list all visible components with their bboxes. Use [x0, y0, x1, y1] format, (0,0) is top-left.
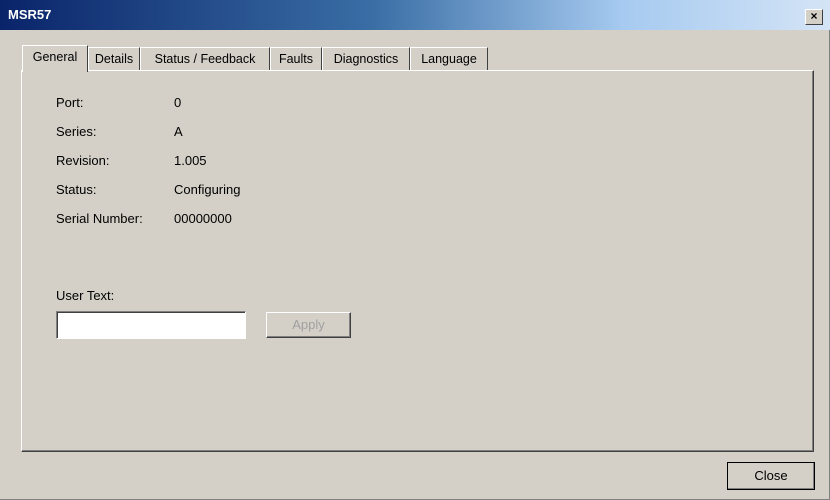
- tab-faults[interactable]: Faults: [270, 47, 322, 70]
- tab-diagnostics[interactable]: Diagnostics: [322, 47, 410, 70]
- revision-value: 1.005: [174, 153, 207, 168]
- tab-details[interactable]: Details: [88, 47, 140, 70]
- series-label: Series:: [56, 124, 97, 139]
- serial-number-value: 00000000: [174, 211, 232, 226]
- window-title: MSR57: [8, 7, 52, 22]
- apply-button[interactable]: Apply: [266, 312, 351, 338]
- tab-general[interactable]: General: [22, 45, 88, 72]
- user-text-label: User Text:: [56, 288, 115, 303]
- user-text-input[interactable]: [56, 311, 246, 339]
- title-close-icon[interactable]: ×: [805, 9, 823, 25]
- status-label: Status:: [56, 182, 97, 197]
- dialog-window: MSR57 × General Details Status / Feedbac…: [0, 0, 830, 500]
- port-value: 0: [174, 95, 182, 110]
- port-label: Port:: [56, 95, 84, 110]
- general-tab-panel: [21, 70, 814, 452]
- close-button[interactable]: Close: [727, 462, 815, 490]
- tab-language[interactable]: Language: [410, 47, 488, 70]
- title-bar[interactable]: MSR57 ×: [0, 0, 830, 30]
- series-value: A: [174, 124, 183, 139]
- status-value: Configuring: [174, 182, 241, 197]
- revision-label: Revision:: [56, 153, 110, 168]
- serial-number-label: Serial Number:: [56, 211, 143, 226]
- tab-status-feedback[interactable]: Status / Feedback: [140, 47, 270, 70]
